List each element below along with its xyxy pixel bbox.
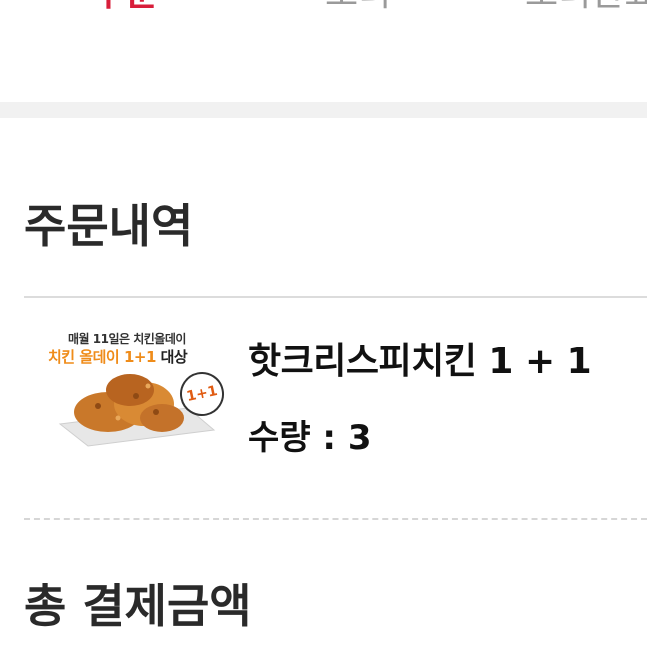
product-quantity: 수량 : 3 bbox=[248, 418, 372, 458]
order-status-tabs: 주문 조리 조리완료 bbox=[0, 0, 647, 32]
tab-order[interactable]: 주문 bbox=[92, 0, 158, 16]
section-separator bbox=[0, 102, 647, 118]
dashed-divider bbox=[24, 518, 647, 520]
order-screen: 주문 조리 조리완료 주문내역 매월 11일은 치킨올데이 치킨 올데이 1+1… bbox=[0, 0, 647, 663]
tab-cooking-complete[interactable]: 조리완료 bbox=[525, 0, 647, 16]
divider bbox=[24, 296, 647, 298]
total-payment-title: 총 결제금액 bbox=[24, 579, 252, 633]
tab-cooking[interactable]: 조리 bbox=[325, 0, 391, 16]
product-name: 핫크리스피치킨 1 + 1 bbox=[248, 341, 592, 382]
order-details-title: 주문내역 bbox=[24, 199, 194, 253]
product-thumbnail: 매월 11일은 치킨올데이 치킨 올데이 1+1 대상 1+1 bbox=[38, 326, 229, 448]
